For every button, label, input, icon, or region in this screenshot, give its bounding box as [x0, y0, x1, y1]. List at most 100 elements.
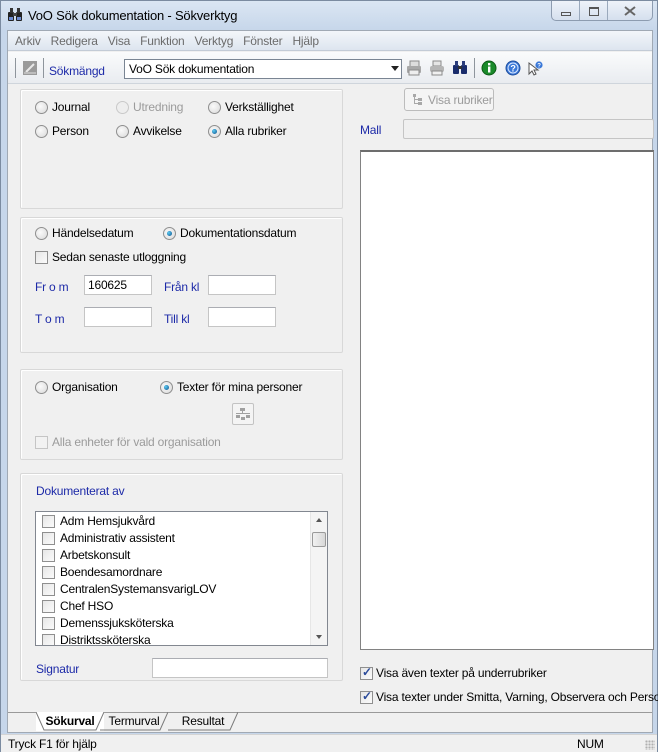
menu-verktyg[interactable]: Verktyg	[190, 34, 239, 48]
scroll-down-icon[interactable]	[316, 635, 322, 639]
list-item-label: Administrativ assistent	[60, 531, 175, 545]
scroll-up-icon[interactable]	[316, 518, 322, 522]
menu-arkiv[interactable]: Arkiv	[10, 34, 46, 48]
radio-organisation-label: Organisation	[52, 380, 118, 394]
alla-enheter-checkbox	[35, 436, 48, 449]
list-item-checkbox[interactable]	[42, 634, 55, 645]
close-button[interactable]	[608, 1, 652, 20]
radio-journal-label: Journal	[52, 100, 90, 114]
till-kl-input[interactable]	[208, 307, 276, 327]
print-icon[interactable]	[429, 60, 445, 76]
radio-alla-rubriker-label: Alla rubriker	[225, 124, 287, 138]
maximize-button[interactable]	[580, 1, 608, 20]
underrubriker-checkbox[interactable]	[360, 665, 373, 680]
toolbar-separator	[43, 58, 44, 78]
scroll-thumb[interactable]	[312, 532, 326, 547]
list-item[interactable]: Boendesamordnare	[36, 564, 312, 581]
maximize-icon	[588, 6, 599, 16]
radio-avvikelse[interactable]	[116, 125, 129, 138]
menu-visa[interactable]: Visa	[103, 34, 135, 48]
help-icon[interactable]: ?	[505, 60, 521, 76]
toolbar-separator	[474, 58, 475, 78]
radio-organisation[interactable]	[35, 381, 48, 394]
tab-resultat-label: Resultat	[181, 714, 225, 728]
dokumenterat-list[interactable]: Adm Hemsjukvård Administrativ assistent …	[35, 511, 328, 646]
svg-text:?: ?	[537, 64, 541, 70]
visa-rubriker-label: Visa rubriker	[428, 93, 493, 107]
list-item-checkbox[interactable]	[42, 566, 55, 579]
tom-input[interactable]	[84, 307, 152, 327]
tab-termurval-label: Termurval	[108, 714, 160, 728]
window-title: VoO Sök dokumentation - Sökverktyg	[28, 8, 238, 23]
app-window: VoO Sök dokumentation - Sökverktyg Arkiv…	[0, 0, 658, 752]
text-preview-area[interactable]	[360, 150, 654, 650]
tab-resultat[interactable]: Resultat	[168, 712, 238, 731]
list-item-checkbox[interactable]	[42, 583, 55, 596]
list-item[interactable]: Chef HSO	[36, 598, 312, 615]
list-item[interactable]: Adm Hemsjukvård	[36, 513, 312, 530]
list-item-label: Demenssjuksköterska	[60, 616, 174, 630]
list-item[interactable]: Arbetskonsult	[36, 547, 312, 564]
title-bar: VoO Sök dokumentation - Sökverktyg	[1, 1, 657, 29]
edit-icon[interactable]	[22, 60, 38, 76]
sokmangd-value: VoO Sök dokumentation	[129, 62, 255, 76]
radio-avvikelse-label: Avvikelse	[133, 124, 182, 138]
minimize-icon	[560, 12, 571, 16]
radio-dokumentationsdatum[interactable]	[163, 227, 176, 240]
radio-mina-personer[interactable]	[160, 381, 173, 394]
menu-redigera[interactable]: Redigera	[46, 34, 103, 48]
datum-group: Händelsedatum Dokumentationsdatum Sedan …	[20, 217, 343, 353]
dokumenterat-title: Dokumenterat av	[36, 484, 125, 498]
sedan-senaste-checkbox[interactable]	[35, 251, 48, 264]
info-icon[interactable]	[481, 60, 497, 76]
tab-strip: Sökurval Termurval Resultat	[8, 712, 652, 732]
list-item[interactable]: Distriktssköterska	[36, 632, 312, 645]
smitta-label: Visa texter under Smitta, Varning, Obser…	[376, 690, 658, 704]
binoculars-icon[interactable]	[452, 60, 468, 76]
minimize-button[interactable]	[552, 1, 580, 20]
list-item-label: Adm Hemsjukvård	[60, 514, 156, 528]
urval-group: Organisation Texter för mina personer Al…	[20, 369, 343, 460]
list-item-checkbox[interactable]	[42, 532, 55, 545]
sokmangd-dropdown[interactable]: VoO Sök dokumentation	[124, 59, 402, 79]
list-item-checkbox[interactable]	[42, 617, 55, 630]
tab-sokurval-label: Sökurval	[45, 714, 95, 728]
smitta-checkbox[interactable]	[360, 689, 373, 704]
radio-mina-personer-label: Texter för mina personer	[177, 380, 303, 394]
list-item-checkbox[interactable]	[42, 515, 55, 528]
window-controls	[551, 1, 653, 21]
sedan-senaste-label: Sedan senaste utloggning	[52, 250, 186, 264]
fran-kl-input[interactable]	[208, 275, 276, 295]
from-label: Fr o m	[35, 280, 69, 294]
org-tree-button[interactable]	[232, 403, 254, 425]
menu-funktion[interactable]: Funktion	[135, 34, 189, 48]
visa-rubriker-button: Visa rubriker	[404, 88, 494, 111]
list-item-checkbox[interactable]	[42, 600, 55, 613]
whats-this-icon[interactable]: ?	[527, 60, 543, 76]
radio-alla-rubriker[interactable]	[208, 125, 221, 138]
radio-verkstallighet[interactable]	[208, 101, 221, 114]
signatur-label: Signatur	[36, 662, 80, 676]
radio-journal[interactable]	[35, 101, 48, 114]
sokmangd-label: Sökmängd	[49, 64, 105, 78]
radio-utredning	[116, 101, 129, 114]
signatur-input[interactable]	[152, 658, 328, 678]
print-preview-icon[interactable]	[406, 60, 422, 76]
radio-handelsedatum-label: Händelsedatum	[52, 226, 134, 240]
radio-handelsedatum[interactable]	[35, 227, 48, 240]
binoculars-icon	[8, 8, 22, 21]
resize-grip[interactable]	[645, 740, 655, 750]
menu-hjalp[interactable]: Hjälp	[287, 34, 323, 48]
tab-sokurval[interactable]: Sökurval	[36, 712, 104, 731]
org-tree-icon	[236, 408, 250, 420]
list-item-label: Arbetskonsult	[60, 548, 131, 562]
list-scrollbar[interactable]	[310, 512, 327, 645]
menu-fonster[interactable]: Fönster	[238, 34, 287, 48]
list-item[interactable]: Administrativ assistent	[36, 530, 312, 547]
list-item[interactable]: Demenssjuksköterska	[36, 615, 312, 632]
list-item[interactable]: CentralenSystemansvarigLOV	[36, 581, 312, 598]
radio-person[interactable]	[35, 125, 48, 138]
list-item-checkbox[interactable]	[42, 549, 55, 562]
from-input[interactable]: 160625	[84, 275, 152, 295]
tab-termurval[interactable]: Termurval	[100, 712, 168, 731]
